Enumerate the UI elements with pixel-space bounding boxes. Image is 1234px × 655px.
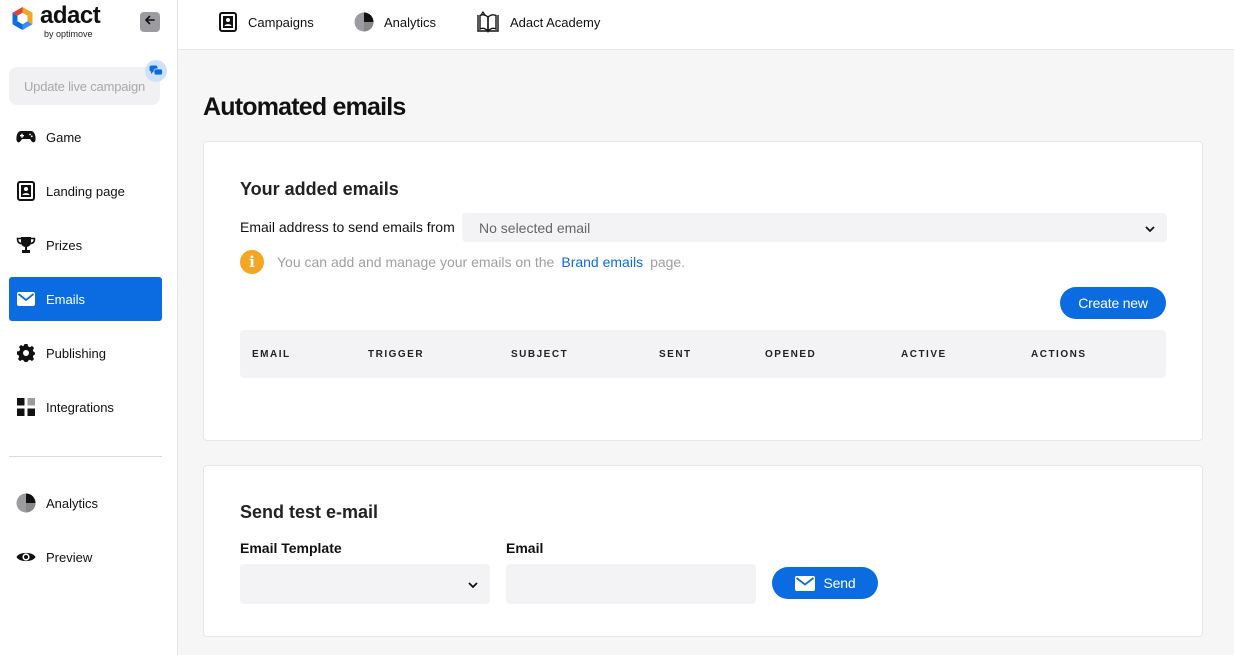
envelope-icon (16, 289, 36, 309)
send-test-email-title: Send test e-mail (240, 502, 379, 522)
sidebar-item-label: Publishing (46, 345, 106, 361)
gamepad-icon (16, 127, 36, 147)
page-title: Automated emails (203, 93, 406, 121)
from-email-label: Email address to send emails from (240, 219, 455, 235)
brand-emails-info: i You can add and manage your emails on … (240, 250, 685, 274)
column-header[interactable]: SENT (659, 330, 692, 378)
chevron-down-icon (468, 576, 478, 592)
send-test-email-button[interactable]: Send (772, 567, 878, 599)
from-email-select[interactable]: No selected email (462, 213, 1167, 242)
test-email-input[interactable] (506, 564, 756, 604)
top-nav-label: Campaigns (248, 14, 314, 30)
sidebar-item-label: Preview (46, 549, 93, 565)
column-header[interactable]: EMAIL (252, 330, 291, 378)
trophy-icon (16, 235, 36, 255)
email-label: Email (506, 540, 544, 556)
chat-support-icon[interactable] (145, 60, 167, 82)
update-live-campaign-button[interactable]: Update live campaign (9, 67, 160, 105)
eye-icon (16, 547, 36, 567)
sidebar-item-integrations[interactable]: Integrations (9, 385, 162, 429)
info-text: You can add and manage your emails on th… (277, 254, 555, 270)
sidebar-item-landing-page[interactable]: Landing page (9, 169, 162, 213)
top-navigation: Campaigns Analytics Adact Academy (178, 0, 1234, 50)
top-nav-campaigns[interactable]: Campaigns (218, 0, 314, 44)
sidebar-item-label: Game (46, 129, 82, 145)
added-emails-title: Your added emails (240, 179, 399, 199)
brand-byline: by optimove (44, 29, 93, 39)
email-template-label: Email Template (240, 540, 342, 556)
send-test-email-card: Send test e-mail Email Template Email Se… (203, 465, 1203, 637)
from-email-value: No selected email (479, 219, 591, 236)
collapse-sidebar-button[interactable] (140, 12, 160, 32)
column-header[interactable]: OPENED (765, 330, 816, 378)
book-icon (476, 11, 500, 33)
added-emails-card: Your added emails Email address to send … (203, 141, 1203, 441)
info-icon: i (240, 250, 264, 274)
pie-chart-icon (16, 493, 36, 513)
column-header[interactable]: ACTIONS (1031, 330, 1087, 378)
sidebar-item-preview[interactable]: Preview (9, 535, 162, 579)
sidebar-divider (9, 456, 162, 457)
chevron-down-icon (1145, 220, 1155, 236)
arrow-left-icon (144, 13, 156, 31)
top-nav-analytics[interactable]: Analytics (354, 0, 436, 44)
sidebar-item-publishing[interactable]: Publishing (9, 331, 162, 375)
sidebar: adact by optimove Update live campaign G… (0, 0, 178, 655)
adact-logo-icon (9, 5, 36, 32)
send-button-label: Send (823, 575, 856, 591)
pie-chart-icon (354, 12, 374, 32)
sidebar-item-label: Landing page (46, 183, 125, 199)
brand-name: adact (40, 2, 101, 29)
top-nav-label: Adact Academy (510, 14, 601, 30)
top-nav-label: Analytics (384, 14, 437, 30)
sidebar-item-label: Integrations (46, 399, 114, 415)
gear-icon (16, 343, 36, 363)
brand-logo[interactable]: adact by optimove (9, 2, 101, 39)
email-template-select[interactable] (240, 564, 490, 604)
sidebar-item-label: Analytics (46, 495, 99, 511)
sidebar-item-emails[interactable]: Emails (9, 277, 162, 321)
landing-page-icon (16, 181, 36, 201)
sidebar-item-analytics[interactable]: Analytics (9, 481, 162, 525)
column-header[interactable]: SUBJECT (511, 330, 568, 378)
sidebar-nav: Game Landing page Prizes Emails Publishi… (9, 115, 162, 439)
campaigns-icon (218, 12, 238, 32)
sidebar-secondary-nav: Analytics Preview (9, 481, 162, 589)
integrations-icon (16, 397, 36, 417)
brand-emails-link[interactable]: Brand emails (561, 254, 643, 270)
top-nav-adact-academy[interactable]: Adact Academy (476, 0, 600, 44)
column-header[interactable]: TRIGGER (368, 330, 424, 378)
sidebar-item-label: Prizes (46, 237, 83, 253)
column-header[interactable]: ACTIVE (901, 330, 947, 378)
create-new-button[interactable]: Create new (1060, 287, 1166, 319)
sidebar-item-prizes[interactable]: Prizes (9, 223, 162, 267)
emails-table-header: EMAIL TRIGGER SUBJECT SENT OPENED ACTIVE… (240, 330, 1166, 378)
sidebar-item-label: Emails (46, 291, 86, 307)
sidebar-item-game[interactable]: Game (9, 115, 162, 159)
envelope-icon (794, 575, 815, 591)
info-text-suffix: page. (650, 254, 686, 270)
